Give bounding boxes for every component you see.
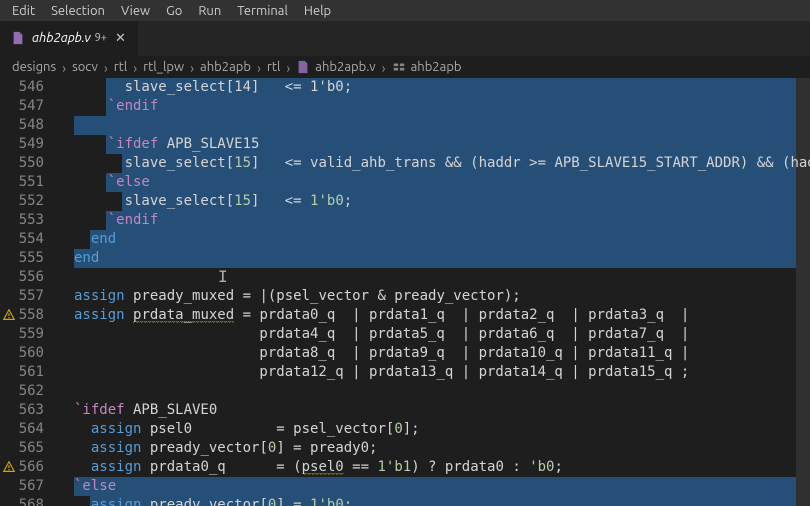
code-line[interactable]: prdata4_q | prdata5_q | prdata6_q | prda… xyxy=(74,325,810,344)
line-number: 549 xyxy=(0,135,62,154)
line-number: 551 xyxy=(0,173,62,192)
line-number: 564 xyxy=(0,420,62,439)
breadcrumb-segment[interactable]: rtl xyxy=(114,60,127,74)
code-line[interactable]: `ifdef APB_SLAVE0 xyxy=(74,401,810,420)
line-number: 565 xyxy=(0,439,62,458)
code-area[interactable]: slave_select[14] <= 1'b0; `endif `ifdef … xyxy=(66,78,810,506)
breadcrumb-segment[interactable]: ahb2apb xyxy=(411,60,462,74)
line-number: 562 xyxy=(0,382,62,401)
code-line[interactable]: assign pready_vector[0] = 1'b0; xyxy=(74,496,810,506)
chevron-right-icon: › xyxy=(378,60,390,76)
line-number: 556 xyxy=(0,268,62,287)
line-gutter: 5465475485495505515525535545555565575585… xyxy=(0,78,66,506)
line-number: 555 xyxy=(0,249,62,268)
file-icon xyxy=(296,60,313,75)
menu-terminal[interactable]: Terminal xyxy=(229,2,296,20)
menu-go[interactable]: Go xyxy=(158,2,190,20)
line-number: 559 xyxy=(0,325,62,344)
line-number: 566 xyxy=(0,458,62,477)
code-line[interactable]: assign pready_muxed = |(psel_vector & pr… xyxy=(74,287,810,306)
line-number: 567 xyxy=(0,477,62,496)
code-line[interactable]: assign prdata_muxed = prdata0_q | prdata… xyxy=(74,306,810,325)
code-line[interactable] xyxy=(74,116,810,135)
breadcrumb-segment[interactable]: ahb2apb.v xyxy=(315,60,375,74)
code-line[interactable]: prdata8_q | prdata9_q | prdata10_q | prd… xyxy=(74,344,810,363)
code-line[interactable]: `else xyxy=(74,477,810,496)
line-number: 548 xyxy=(0,116,62,135)
menu-selection[interactable]: Selection xyxy=(43,2,113,20)
code-line[interactable]: assign prdata0_q = (psel0 == 1'b1) ? prd… xyxy=(74,458,810,477)
tab-bar: ahb2apb.v 9+ ✕ xyxy=(0,21,810,56)
code-line[interactable]: prdata12_q | prdata13_q | prdata14_q | p… xyxy=(74,363,810,382)
code-line[interactable]: `ifdef APB_SLAVE15 xyxy=(74,135,810,154)
line-number: 561 xyxy=(0,363,62,382)
line-number: 558 xyxy=(0,306,62,325)
line-number: 552 xyxy=(0,192,62,211)
text-cursor: I xyxy=(218,267,228,286)
tab-title: ahb2apb.v xyxy=(32,31,91,45)
line-number: 554 xyxy=(0,230,62,249)
line-number: 547 xyxy=(0,97,62,116)
menu-run[interactable]: Run xyxy=(190,2,229,20)
breadcrumb-segment[interactable]: designs xyxy=(12,60,56,74)
breadcrumb-segment[interactable]: ahb2apb xyxy=(200,60,251,74)
breadcrumb-segment[interactable]: rtl xyxy=(267,60,280,74)
menu-view[interactable]: View xyxy=(113,2,158,20)
line-number: 560 xyxy=(0,344,62,363)
code-line[interactable]: assign pready_vector[0] = pready0; xyxy=(74,439,810,458)
code-line[interactable]: end xyxy=(74,249,810,268)
code-line[interactable]: `else xyxy=(74,173,810,192)
minimap[interactable] xyxy=(796,78,810,506)
menu-bar: EditSelectionViewGoRunTerminalHelp xyxy=(0,0,810,21)
code-line[interactable]: slave_select[15] <= 1'b0; xyxy=(74,192,810,211)
line-number: 550 xyxy=(0,154,62,173)
chevron-right-icon: › xyxy=(100,60,112,76)
code-line[interactable]: end xyxy=(74,230,810,249)
code-line[interactable]: assign psel0 = psel_vector[0]; xyxy=(74,420,810,439)
symbol-icon xyxy=(392,60,409,75)
code-line[interactable]: slave_select[15] <= valid_ahb_trans && (… xyxy=(74,154,810,173)
chevron-right-icon: › xyxy=(129,60,141,76)
line-number: 563 xyxy=(0,401,62,420)
breadcrumb[interactable]: designs›socv›rtl›rtl_lpw›ahb2apb›rtl›ahb… xyxy=(0,56,810,78)
code-line[interactable]: `endif xyxy=(74,211,810,230)
code-line[interactable]: slave_select[14] <= 1'b0; xyxy=(74,78,810,97)
line-number: 557 xyxy=(0,287,62,306)
line-number: 568 xyxy=(0,496,62,506)
editor-tab[interactable]: ahb2apb.v 9+ ✕ xyxy=(0,21,138,56)
line-number: 546 xyxy=(0,78,62,97)
chevron-right-icon: › xyxy=(186,60,198,76)
chevron-right-icon: › xyxy=(282,60,294,76)
line-number: 553 xyxy=(0,211,62,230)
code-line[interactable]: `endif xyxy=(74,97,810,116)
code-editor[interactable]: 5465475485495505515525535545555565575585… xyxy=(0,78,810,506)
menu-help[interactable]: Help xyxy=(296,2,339,20)
breadcrumb-segment[interactable]: rtl_lpw xyxy=(143,60,184,74)
close-icon[interactable]: ✕ xyxy=(113,31,128,46)
menu-edit[interactable]: Edit xyxy=(4,2,43,20)
breadcrumb-segment[interactable]: socv xyxy=(72,60,98,74)
chevron-right-icon: › xyxy=(253,60,265,76)
code-line[interactable]: I xyxy=(74,268,810,287)
chevron-right-icon: › xyxy=(58,60,70,76)
file-icon xyxy=(10,30,26,46)
tab-modified-indicator: 9+ xyxy=(95,32,107,44)
code-line[interactable] xyxy=(74,382,810,401)
